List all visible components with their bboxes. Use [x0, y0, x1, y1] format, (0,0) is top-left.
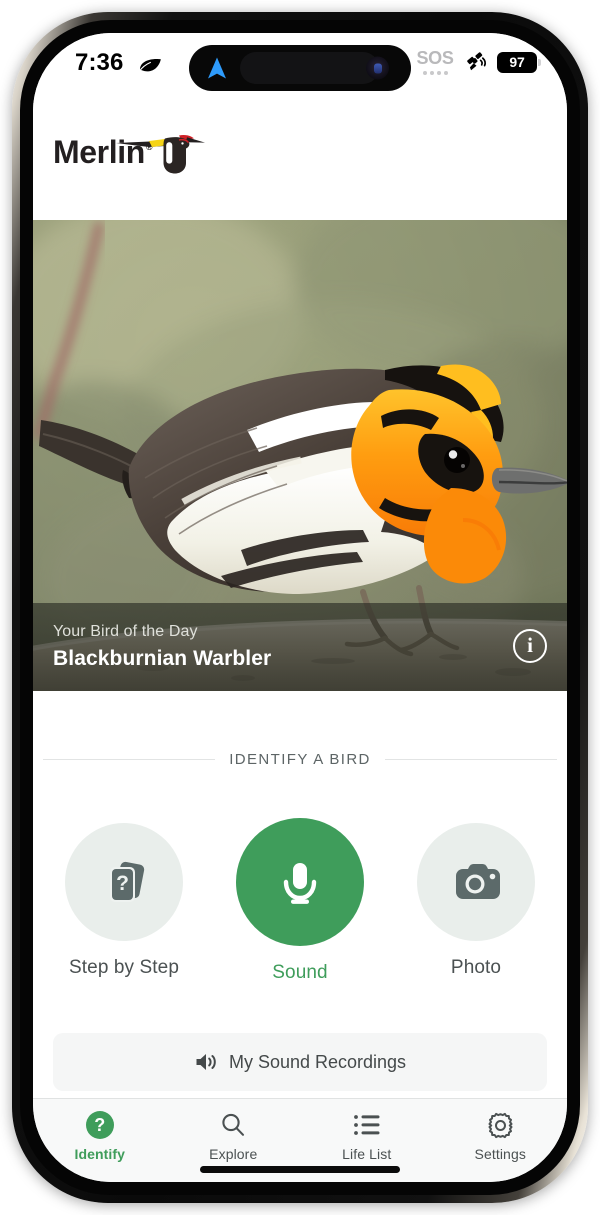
svg-text:Merlin: Merlin	[53, 134, 145, 170]
screenshot-root: 7:36 SOS 97 Merlin ® Your Bird of the Da…	[0, 0, 600, 1215]
satellite-icon	[467, 52, 487, 71]
search-icon-wrap	[218, 1110, 248, 1140]
island-pill	[240, 52, 379, 84]
search-icon	[222, 1113, 245, 1136]
my-sound-recordings-button[interactable]: My Sound Recordings	[53, 1033, 547, 1091]
list-icon	[353, 1115, 380, 1135]
my-sound-recordings-label: My Sound Recordings	[228, 1051, 407, 1072]
home-indicator[interactable]	[200, 1166, 400, 1173]
tab-identify-label: Identify	[74, 1146, 126, 1162]
cards-question-icon: ?	[110, 861, 145, 902]
tab-explore-label: Explore	[209, 1146, 258, 1162]
identify-section: IDENTIFY A BIRD ? Step by Step Sound Pho…	[33, 691, 567, 1098]
battery-indicator: 97	[497, 51, 541, 73]
tab-life-list-label: Life List	[342, 1146, 392, 1162]
photo-label: Photo	[450, 957, 502, 978]
info-icon[interactable]: i	[513, 629, 547, 663]
status-indicators: SOS 97	[415, 47, 541, 77]
photo-circle	[417, 823, 535, 941]
header-rule-right	[384, 758, 557, 760]
camera-icon	[456, 864, 500, 899]
identify-a-bird-label: IDENTIFY A BIRD	[229, 750, 371, 768]
sos-dots	[417, 71, 453, 75]
front-camera-lens	[366, 56, 389, 80]
location-arrow-icon	[208, 57, 226, 79]
merlin-bird-logo: Merlin ®	[53, 134, 205, 174]
bird-caption-bar: Your Bird of the Day Blackburnian Warble…	[33, 603, 567, 691]
identify-actions: ? Step by Step Sound Photo	[33, 818, 567, 984]
header-rule-left	[43, 758, 216, 760]
tab-settings-label: Settings	[474, 1146, 526, 1162]
svg-text:?: ?	[116, 872, 129, 895]
bird-name: Blackburnian Warbler	[53, 647, 272, 670]
speaker-sound-icon	[196, 1054, 216, 1070]
gear-icon	[488, 1112, 513, 1138]
bird-of-day-label: Your Bird of the Day	[53, 623, 198, 640]
step-by-step-label: Step by Step	[69, 957, 179, 978]
app-header: Merlin ®	[33, 95, 567, 220]
phone-screen: 7:36 SOS 97 Merlin ® Your Bird of the Da…	[33, 33, 567, 1182]
sos-label: SOS	[416, 48, 454, 68]
dynamic-island	[189, 45, 411, 91]
sound-label: Sound	[272, 962, 328, 983]
identify-section-header: IDENTIFY A BIRD	[33, 749, 567, 769]
microphone-icon	[283, 863, 317, 904]
question-circle-icon: ?	[85, 1110, 115, 1140]
battery-level: 97	[509, 54, 525, 70]
sos-indicator: SOS	[415, 47, 455, 77]
leaf-icon	[138, 59, 161, 72]
sound-circle	[236, 818, 364, 946]
list-icon-wrap	[352, 1110, 382, 1140]
status-time: 7:36	[75, 49, 124, 76]
gear-icon-wrap	[485, 1110, 515, 1140]
step-by-step-circle: ?	[65, 823, 183, 941]
tab-settings[interactable]: Settings	[434, 1099, 568, 1182]
step-by-step-button[interactable]: ? Step by Step	[64, 823, 184, 984]
tab-identify[interactable]: ? Identify	[33, 1099, 167, 1182]
identify-badge-glyph: ?	[85, 1111, 114, 1139]
bird-of-the-day-photo[interactable]: Your Bird of the Day Blackburnian Warble…	[33, 220, 567, 691]
sound-button[interactable]: Sound	[236, 818, 364, 984]
photo-button[interactable]: Photo	[416, 823, 536, 984]
